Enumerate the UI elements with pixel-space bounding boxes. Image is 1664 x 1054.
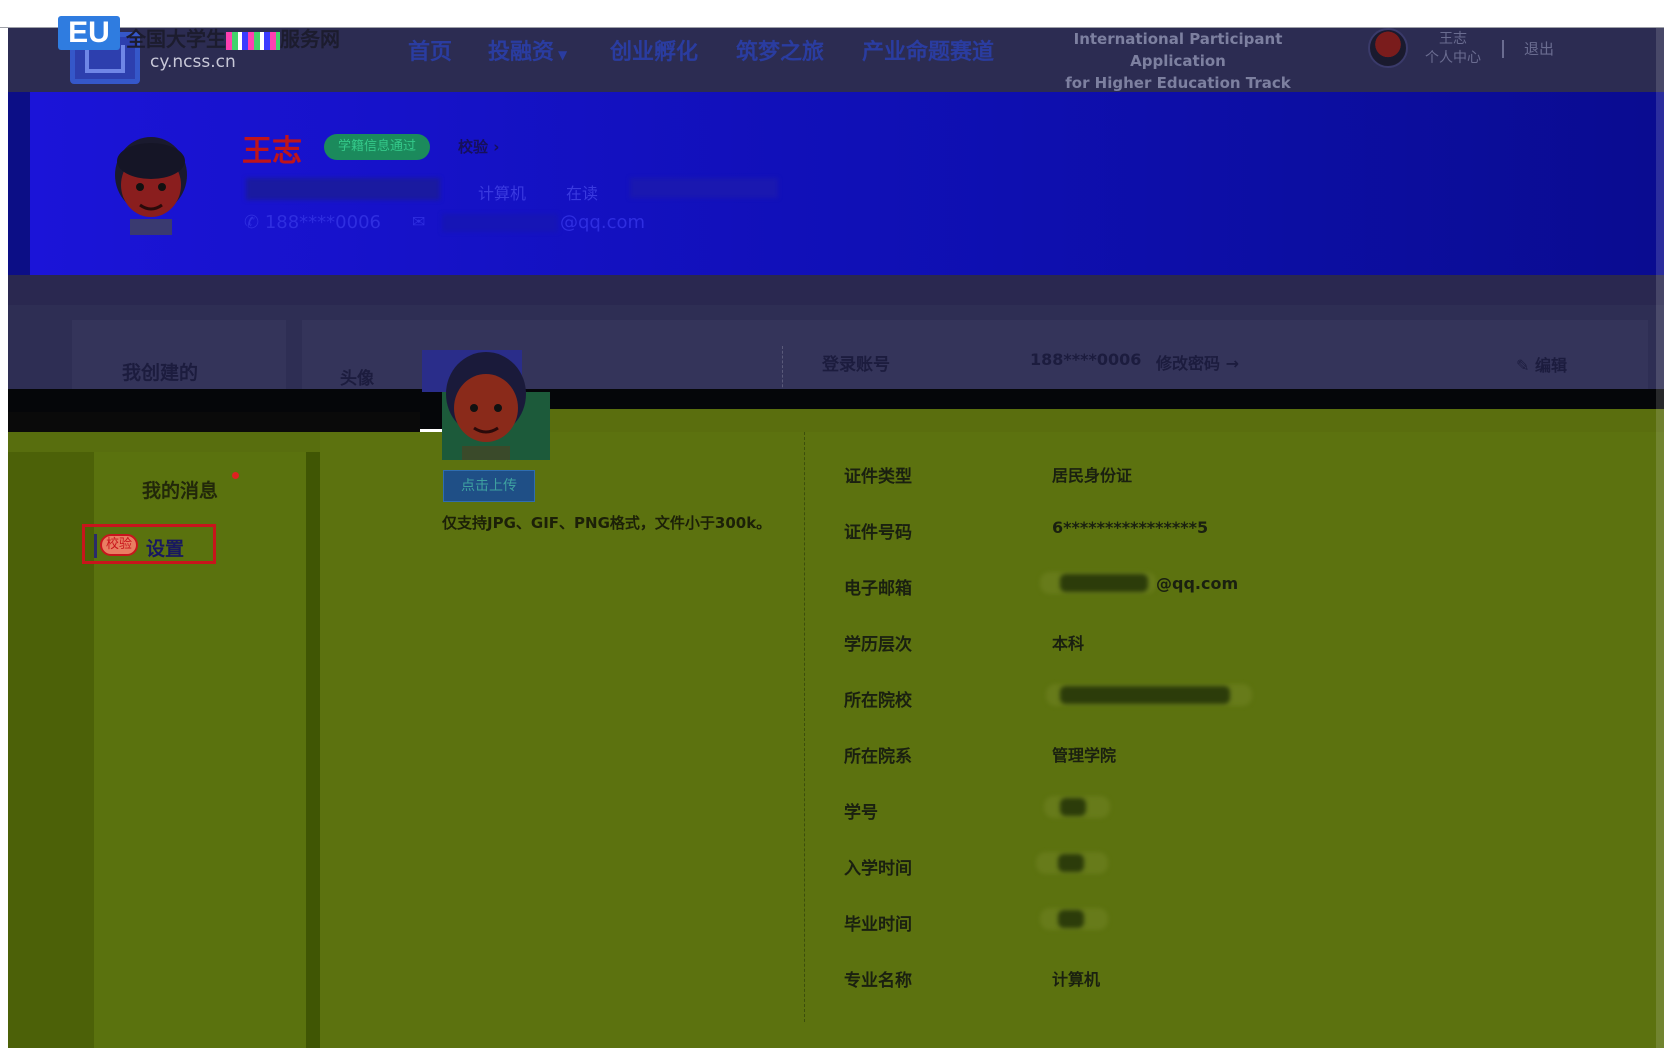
edit-label: 编辑 [1534, 356, 1567, 375]
login-account-label: 登录账号 [822, 355, 890, 375]
field-label-major: 专业名称 [844, 971, 912, 991]
sidebar-item-created[interactable]: 我创建的 [122, 358, 198, 385]
grad-redacted [1058, 910, 1084, 928]
sidebar-separator [306, 452, 320, 1054]
field-label-id-type: 证件类型 [844, 467, 912, 487]
sidebar-item-settings-label: 设置 [146, 538, 185, 560]
avatar[interactable] [1368, 28, 1408, 68]
avatar-label: 头像 [340, 369, 374, 389]
enroll-redacted [1058, 854, 1084, 872]
profile-redacted [630, 178, 778, 198]
right-edge [1656, 28, 1664, 1054]
site-domain: cy.ncss.cn [150, 52, 236, 72]
intl-application-link[interactable]: International Participant Application fo… [1038, 28, 1318, 94]
field-label-school: 所在院校 [844, 691, 912, 711]
nav-incubation[interactable]: 创业孵化 [610, 34, 698, 66]
column-divider [804, 432, 805, 1022]
profile-email-suffix: @qq.com [560, 212, 646, 233]
status-badge: 学籍信息通过 [324, 134, 431, 160]
intl-line-1: International Participant Application [1073, 30, 1283, 70]
change-password-link[interactable]: 修改密码 → [1156, 350, 1239, 374]
field-label-enroll-date: 入学时间 [844, 859, 912, 879]
column-divider-top [782, 346, 783, 392]
field-value-id-number: 6****************5 [1052, 518, 1209, 537]
profile-avatar [115, 137, 187, 235]
active-indicator [94, 534, 97, 558]
logout-link[interactable]: 退出 [1524, 38, 1554, 59]
site-title[interactable]: 全国大学生 服务网 [126, 23, 340, 52]
field-label-id-number: 证件号码 [844, 523, 912, 543]
nav-home[interactable]: 首页 [408, 34, 452, 66]
upload-note: 仅支持JPG、GIF、PNG格式，文件小于300k。 [442, 514, 772, 532]
nav-investment[interactable]: 投融资 ▼ [488, 34, 567, 66]
site-header: EU 全国大学生 服务网 cy.ncss.cn 首页 投融资 ▼ 创业孵化 筑梦之旅… [8, 16, 1664, 94]
site-title-glitch [226, 31, 280, 50]
bottom-edge [0, 1048, 1664, 1054]
site-title-prefix: 全国大学生 [126, 27, 226, 51]
pencil-icon: ✎ [1516, 356, 1535, 375]
intl-line-2: for Higher Education Track [1065, 74, 1291, 92]
nav-investment-label: 投融资 [488, 40, 555, 65]
email-redacted [1060, 574, 1148, 592]
field-value-department: 管理学院 [1052, 746, 1117, 765]
profile-major: 计算机 [478, 184, 527, 203]
unread-dot [232, 472, 239, 479]
student-id-redacted [1060, 798, 1086, 816]
field-value-id-type: 居民身份证 [1052, 466, 1133, 485]
header-divider [1502, 40, 1504, 58]
user-menu[interactable]: 王志 个人中心 [1418, 30, 1488, 68]
site-title-suffix: 服务网 [280, 27, 340, 51]
nav-industry-track[interactable]: 产业命题赛道 [862, 34, 994, 66]
profile-name: 王志 [242, 134, 302, 169]
banner-left-strip [8, 92, 30, 294]
profile-status: 在读 [566, 184, 599, 203]
mail-icon: ✉ [412, 212, 426, 231]
user-center-link: 个人中心 [1425, 50, 1481, 66]
edit-button[interactable]: ✎ 编辑 [1516, 352, 1567, 376]
avatar-preview [422, 350, 550, 460]
login-account-value: 188****0006 [1030, 350, 1142, 369]
field-label-grad-date: 毕业时间 [844, 915, 912, 935]
sidebar-item-messages[interactable]: 我的消息 [142, 476, 218, 503]
banner-bottom-strip [8, 275, 1664, 305]
user-name-small: 王志 [1439, 31, 1467, 47]
school-redacted [246, 178, 440, 200]
field-label-student-id: 学号 [844, 803, 878, 823]
school-redacted [1060, 686, 1230, 704]
field-label-email: 电子邮箱 [844, 579, 912, 599]
left-edge [0, 28, 8, 1054]
logo-mark[interactable]: EU [58, 16, 120, 50]
profile-phone: ✆ 188****0006 [244, 212, 381, 233]
field-label-education: 学历层次 [844, 635, 912, 655]
phone-value: 188****0006 [264, 212, 381, 233]
field-value-email: @qq.com [1156, 574, 1239, 593]
phone-icon: ✆ [244, 212, 265, 233]
field-value-major: 计算机 [1052, 970, 1101, 989]
field-value-education: 本科 [1052, 634, 1085, 653]
chevron-down-icon: ▼ [558, 48, 568, 62]
page-frame: EU 全国大学生 服务网 cy.ncss.cn 首页 投融资 ▼ 创业孵化 筑梦之旅… [0, 0, 1664, 1054]
chevron-right-icon: › [493, 138, 500, 156]
nav-dream-journey[interactable]: 筑梦之旅 [736, 34, 824, 66]
field-label-department: 所在院系 [844, 747, 912, 767]
verify-link[interactable]: 校验 › [458, 136, 499, 157]
verify-badge: 校验 [100, 534, 139, 556]
upload-button[interactable]: 点击上传 [443, 470, 535, 502]
verify-link-label: 校验 [458, 138, 489, 156]
email-redacted [442, 214, 558, 232]
